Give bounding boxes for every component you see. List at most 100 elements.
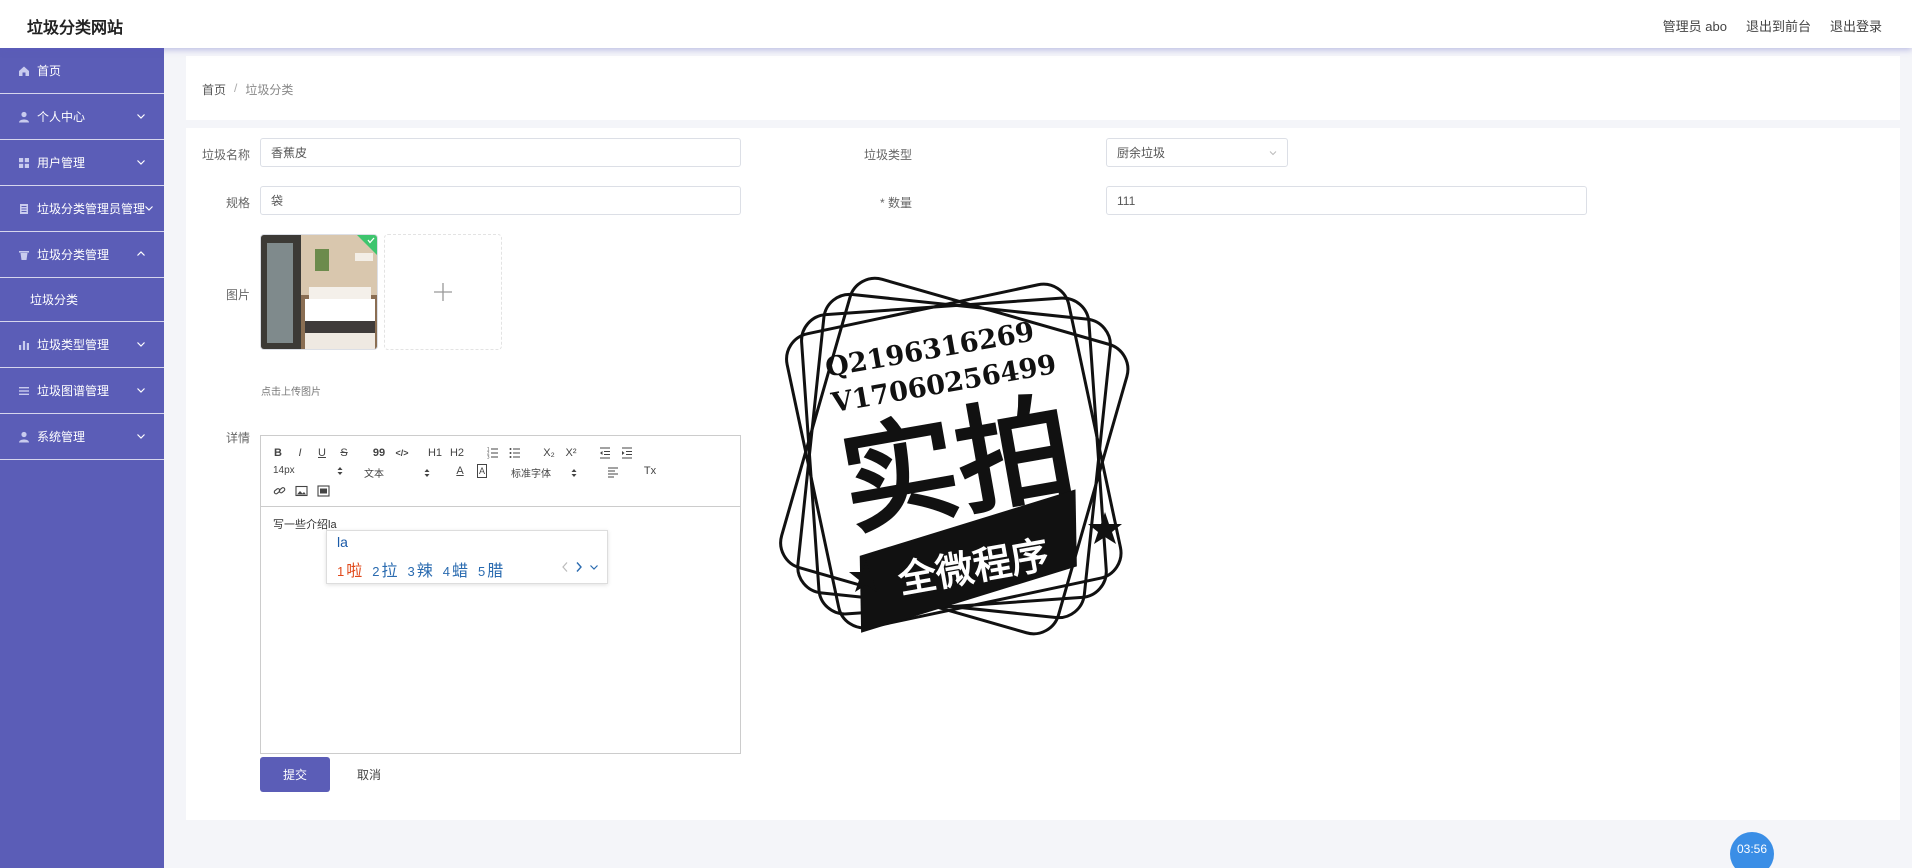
sidebar-item-system-management[interactable]: 系统管理 [0,414,164,460]
list-icon [18,385,30,397]
heading2-button[interactable]: H2 [450,446,464,460]
type-select-value: 厨余垃圾 [1117,146,1166,160]
font-size-select[interactable]: 14px [273,465,343,476]
subscript-button[interactable]: X₂ [543,446,555,460]
name-input[interactable]: 香蕉皮 [260,138,741,167]
plus-icon [434,283,452,301]
ordered-list-icon[interactable]: 123 [487,446,499,460]
ime-candidate[interactable]: 3辣 [408,557,433,581]
align-icon[interactable] [607,465,619,479]
font-family-select[interactable]: 标准字体 [511,465,577,480]
chevron-down-icon[interactable] [589,561,599,573]
uploaded-image-thumbnail[interactable] [260,234,378,350]
video-icon[interactable] [317,484,330,498]
submit-button[interactable]: 提交 [260,757,330,792]
sidebar-item-personal-center[interactable]: 个人中心 [0,94,164,140]
underline-button[interactable]: U [317,446,327,460]
link-icon[interactable] [273,484,286,498]
breadcrumb-separator: / [234,81,238,95]
font-family-value: 标准字体 [511,469,551,480]
chevron-up-icon [137,251,145,256]
svg-text:3: 3 [487,455,490,460]
form-card: 垃圾名称 香蕉皮 垃圾类型 厨余垃圾 规格 袋 * 数量 111 图片 点击上传… [186,128,1900,820]
image-icon[interactable] [295,484,308,498]
cancel-button[interactable]: 取消 [334,757,404,792]
ime-nav [561,561,599,573]
select-arrows-icon [337,466,343,475]
sidebar-item-admin-management[interactable]: 垃圾分类管理员管理 [0,186,164,232]
ime-candidate[interactable]: 4蜡 [443,557,468,581]
sidebar-item-label: 首页 [37,64,62,78]
breadcrumb: 首页 / 垃圾分类 [202,81,293,98]
sidebar-item-home[interactable]: 首页 [0,48,164,94]
editor-toolbar: B I U S 99 </> H1 H2 123 X₂ X² 14px 文本 A… [261,436,740,507]
header-actions: 管理员 abo 退出到前台 退出登录 [1663,16,1882,35]
home-icon [18,65,30,77]
name-label: 垃圾名称 [201,148,250,162]
font-size-value: 14px [273,465,295,476]
sidebar-item-label: 垃圾类型管理 [37,338,110,352]
rich-text-editor: B I U S 99 </> H1 H2 123 X₂ X² 14px 文本 A… [260,435,741,754]
outdent-icon[interactable] [599,446,611,460]
block-type-select[interactable]: 文本 [364,465,430,480]
chevron-down-icon [137,114,145,119]
user-icon [18,431,30,443]
logout-link[interactable]: 退出登录 [1830,16,1882,35]
type-label: 垃圾类型 [863,148,912,162]
chevron-down-icon [137,342,145,347]
code-block-button[interactable]: </> [395,446,409,460]
user-icon [18,111,30,123]
blockquote-button[interactable]: 99 [373,446,385,460]
back-to-front-link[interactable]: 退出到前台 [1746,16,1811,35]
image-label: 图片 [225,288,250,302]
breadcrumb-card: 首页 / 垃圾分类 [186,56,1900,120]
sidebar: 首页 个人中心 用户管理 垃圾分类管理员管理 垃圾分类管理 垃圾分类 垃圾类型管… [0,48,164,868]
grid-icon [18,157,30,169]
chevron-down-icon [1269,151,1277,156]
breadcrumb-current: 垃圾分类 [245,83,294,97]
background-color-button[interactable]: A [477,464,487,478]
ime-candidate[interactable]: 2拉 [372,557,397,581]
sidebar-item-user-management[interactable]: 用户管理 [0,140,164,186]
clear-format-button[interactable]: Tx [643,464,657,478]
type-select[interactable]: 厨余垃圾 [1106,138,1288,167]
admin-label: 管理员 abo [1662,19,1727,34]
ime-candidate-popup: la 1啦 2拉 3辣 4蜡 5腊 [326,530,608,584]
bullet-list-icon[interactable] [509,446,521,460]
spec-label: 规格 [225,196,250,210]
breadcrumb-home[interactable]: 首页 [202,81,226,98]
bold-button[interactable]: B [273,446,283,460]
strikethrough-button[interactable]: S [339,446,349,460]
sidebar-item-label: 用户管理 [37,156,86,170]
text-color-button[interactable]: A [455,464,465,478]
sidebar-item-label: 垃圾分类管理 [37,248,110,262]
top-header: 垃圾分类网站 管理员 abo 退出到前台 退出登录 [0,0,1912,48]
sidebar-item-type-management[interactable]: 垃圾类型管理 [0,322,164,368]
chevron-down-icon [145,206,153,211]
quantity-input[interactable]: 111 [1106,186,1587,215]
spec-input[interactable]: 袋 [260,186,741,215]
indent-icon[interactable] [621,446,633,460]
chevron-left-icon[interactable] [561,561,569,573]
ime-candidate[interactable]: 1啦 [337,557,362,581]
sidebar-item-label: 垃圾图谱管理 [37,384,110,398]
sidebar-item-classification-management[interactable]: 垃圾分类管理 [0,232,164,278]
sidebar-item-label: 个人中心 [37,110,86,124]
bar-chart-icon [18,339,30,351]
sidebar-item-label: 垃圾分类管理员管理 [37,202,146,216]
chevron-down-icon [137,160,145,165]
ime-candidate[interactable]: 5腊 [478,557,503,581]
chevron-right-icon[interactable] [575,561,583,573]
sidebar-item-atlas-management[interactable]: 垃圾图谱管理 [0,368,164,414]
chevron-down-icon [137,388,145,393]
heading1-button[interactable]: H1 [428,446,442,460]
sidebar-subitem-classification[interactable]: 垃圾分类 [0,278,164,322]
italic-button[interactable]: I [295,446,305,460]
add-image-button[interactable] [384,234,502,350]
sidebar-item-label: 系统管理 [37,430,86,444]
quantity-label: * 数量 [879,196,912,210]
superscript-button[interactable]: X² [565,446,577,460]
site-title: 垃圾分类网站 [27,20,124,37]
block-type-value: 文本 [364,469,384,480]
document-icon [18,203,30,215]
